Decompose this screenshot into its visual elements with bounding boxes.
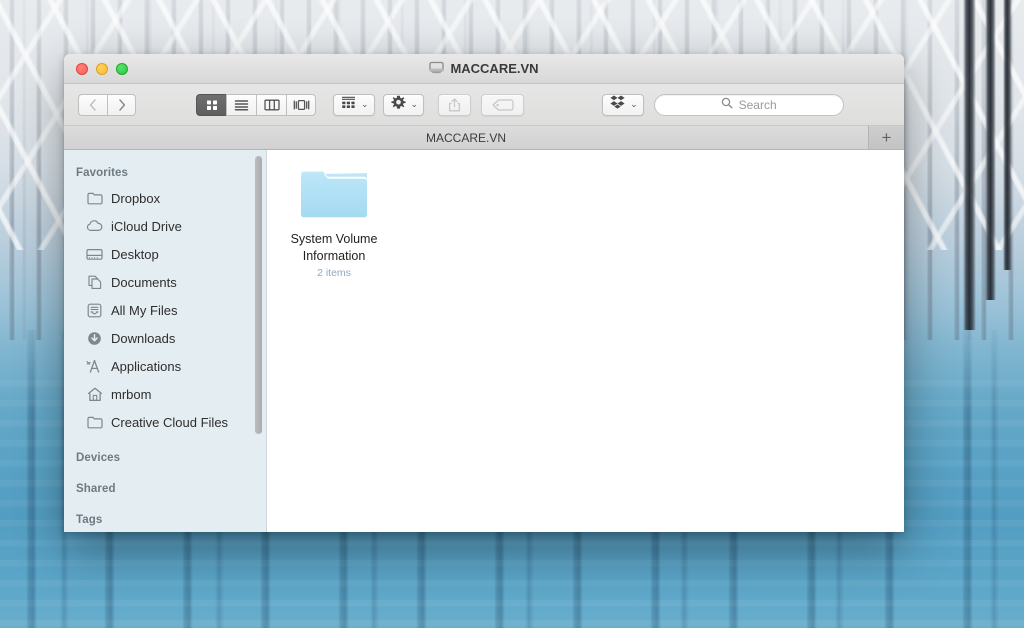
file-item-count: 2 items <box>317 267 351 279</box>
finder-sidebar: Favorites Dropbox iCloud <box>64 150 267 532</box>
dropbox-icon <box>610 95 625 114</box>
finder-window: MACCARE.VN <box>64 54 904 532</box>
sidebar-item-label: Creative Cloud Files <box>111 415 228 430</box>
traffic-light-group <box>76 63 128 75</box>
list-view-button[interactable] <box>226 94 256 116</box>
dark-trunk-icon <box>1003 0 1012 270</box>
sidebar-item-label: iCloud Drive <box>111 219 182 234</box>
desktop-wallpaper: MACCARE.VN <box>0 0 1024 628</box>
chevron-down-icon: ⌄ <box>630 100 638 109</box>
edit-tags-button[interactable] <box>481 94 524 116</box>
gear-icon <box>391 95 406 115</box>
download-icon <box>86 330 103 347</box>
navigation-segmented-control <box>78 94 136 116</box>
applications-icon <box>86 358 103 375</box>
column-view-button[interactable] <box>256 94 286 116</box>
finder-toolbar: ⌄ ⌄ <box>64 84 904 126</box>
close-button[interactable] <box>76 63 88 75</box>
sidebar-item-mrbom[interactable]: mrbom <box>64 380 266 408</box>
action-menu-button[interactable]: ⌄ <box>383 94 425 116</box>
window-body: Favorites Dropbox iCloud <box>64 150 904 532</box>
sidebar-header-devices: Devices <box>64 436 266 469</box>
tab-label: MACCARE.VN <box>426 131 506 145</box>
search-placeholder: Search <box>739 98 777 112</box>
chevron-down-icon: ⌄ <box>411 100 419 109</box>
all-my-files-icon <box>86 302 103 319</box>
zoom-button[interactable] <box>116 63 128 75</box>
cloud-icon <box>86 218 103 235</box>
sidebar-item-label: Applications <box>111 359 181 374</box>
desktop-icon <box>86 246 103 263</box>
new-tab-button[interactable]: + <box>868 126 904 149</box>
share-button[interactable] <box>438 94 471 116</box>
file-name-line2: Information <box>303 249 366 263</box>
back-button[interactable] <box>78 94 107 116</box>
tab-bar: MACCARE.VN + <box>64 126 904 150</box>
sidebar-item-label: mrbom <box>111 387 151 402</box>
sidebar-item-label: Dropbox <box>111 191 160 206</box>
folder-icon <box>299 166 369 222</box>
hard-drive-icon <box>429 61 444 77</box>
sidebar-header-favorites: Favorites <box>64 160 266 184</box>
forward-button[interactable] <box>107 94 136 116</box>
dark-trunk-icon <box>985 0 996 300</box>
file-browser-content[interactable]: System Volume Information 2 items <box>267 150 904 532</box>
sidebar-item-label: All My Files <box>111 303 177 318</box>
file-name-line1: System Volume <box>291 232 378 246</box>
view-mode-segmented-control <box>196 94 316 116</box>
arrange-icon <box>341 96 356 114</box>
plus-icon: + <box>882 128 892 148</box>
sidebar-item-all-my-files[interactable]: All My Files <box>64 296 266 324</box>
icon-view-button[interactable] <box>196 94 226 116</box>
window-title-text: MACCARE.VN <box>450 61 538 76</box>
sidebar-item-dropbox[interactable]: Dropbox <box>64 184 266 212</box>
documents-icon <box>86 274 103 291</box>
sidebar-item-tag-green[interactable]: Green <box>64 531 266 532</box>
folder-icon <box>86 414 103 431</box>
file-item-system-volume-information[interactable]: System Volume Information 2 items <box>281 166 387 279</box>
sidebar-header-tags: Tags <box>64 500 266 531</box>
search-icon <box>721 96 733 114</box>
coverflow-view-button[interactable] <box>286 94 316 116</box>
arrange-by-button[interactable]: ⌄ <box>333 94 375 116</box>
sidebar-scrollbar[interactable] <box>255 156 262 434</box>
window-titlebar[interactable]: MACCARE.VN <box>64 54 904 84</box>
sidebar-item-applications[interactable]: Applications <box>64 352 266 380</box>
sidebar-item-desktop[interactable]: Desktop <box>64 240 266 268</box>
chevron-down-icon: ⌄ <box>361 100 369 109</box>
sidebar-item-documents[interactable]: Documents <box>64 268 266 296</box>
sidebar-header-shared: Shared <box>64 469 266 500</box>
dropbox-menu-button[interactable]: ⌄ <box>602 94 644 116</box>
home-icon <box>86 386 103 403</box>
sidebar-item-downloads[interactable]: Downloads <box>64 324 266 352</box>
folder-icon <box>86 190 103 207</box>
sidebar-item-creative-cloud-files[interactable]: Creative Cloud Files <box>64 408 266 436</box>
file-name: System Volume Information <box>291 231 378 265</box>
dark-trunk-icon <box>963 0 976 330</box>
window-title: MACCARE.VN <box>64 54 904 83</box>
sidebar-item-label: Desktop <box>111 247 159 262</box>
sidebar-item-label: Documents <box>111 275 177 290</box>
minimize-button[interactable] <box>96 63 108 75</box>
search-input[interactable]: Search <box>654 94 844 116</box>
sidebar-item-icloud-drive[interactable]: iCloud Drive <box>64 212 266 240</box>
tab-maccare-vn[interactable]: MACCARE.VN <box>64 126 868 149</box>
sidebar-item-label: Downloads <box>111 331 175 346</box>
